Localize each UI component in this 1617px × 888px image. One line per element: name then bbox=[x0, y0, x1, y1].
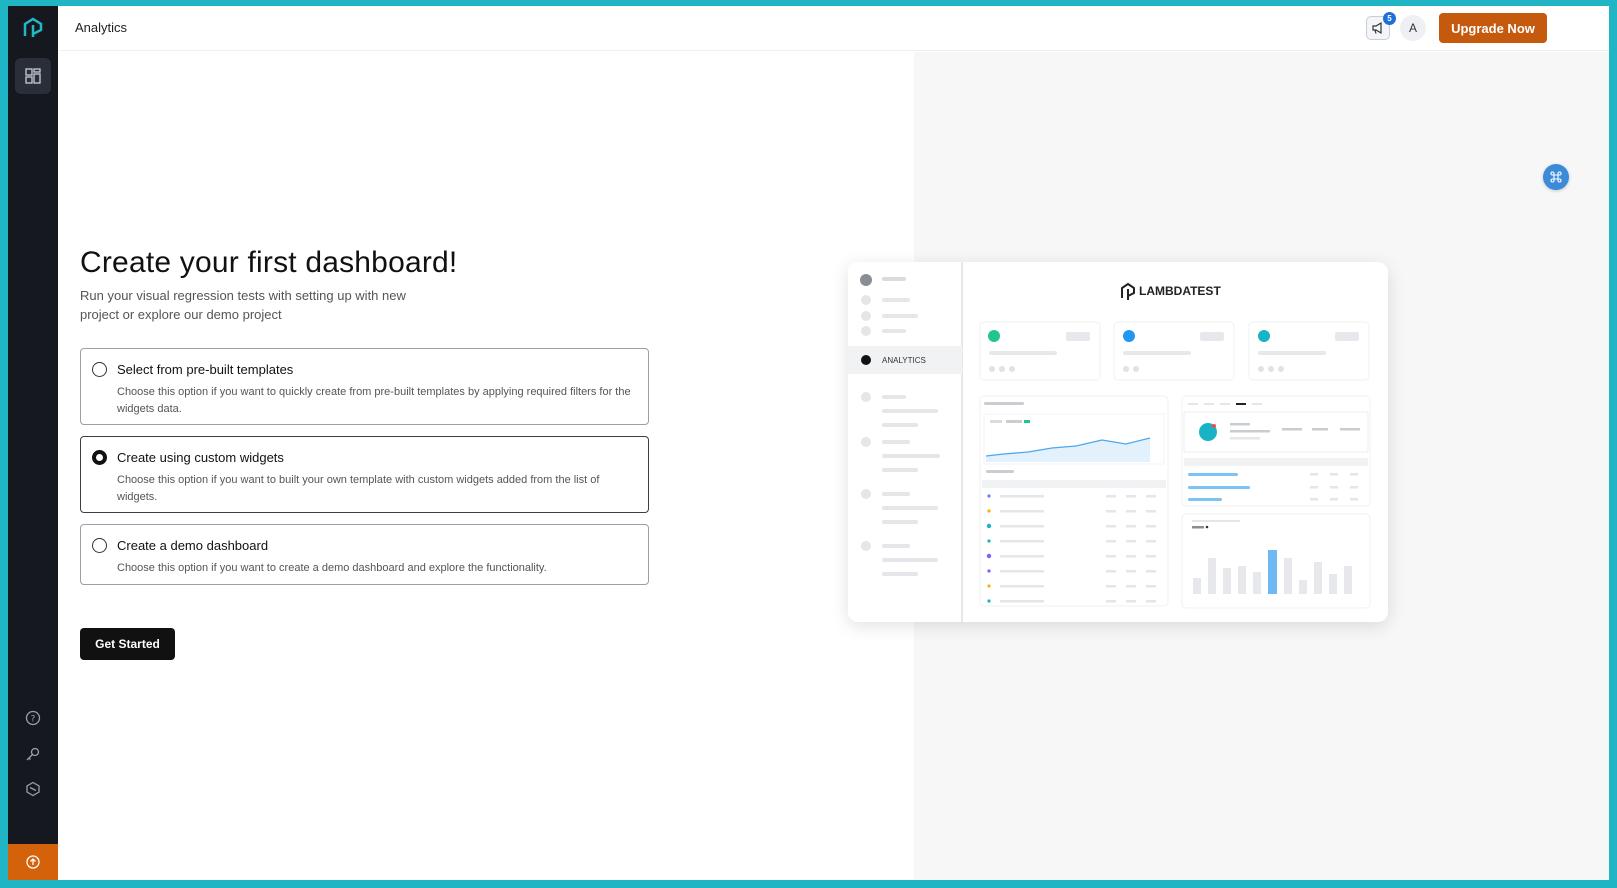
key-icon[interactable] bbox=[23, 744, 43, 764]
integrations-icon[interactable] bbox=[23, 779, 43, 799]
announcements-button[interactable]: 5 bbox=[1366, 12, 1396, 40]
upgrade-now-button[interactable]: Upgrade Now bbox=[1439, 13, 1547, 43]
lambdatest-logo-icon[interactable] bbox=[21, 16, 45, 40]
option-description: Choose this option if you want to built … bbox=[117, 474, 600, 503]
option-title: Select from pre-built templates bbox=[117, 362, 294, 377]
option-prebuilt-templates[interactable]: Select from pre-built templates Choose t… bbox=[80, 348, 649, 425]
option-description: Choose this option if you want to create… bbox=[117, 562, 547, 574]
dashboard-icon[interactable] bbox=[15, 58, 51, 94]
page-subheading: Run your visual regression tests with se… bbox=[80, 288, 406, 322]
upgrade-icon[interactable] bbox=[8, 844, 58, 880]
avatar[interactable]: A bbox=[1400, 15, 1426, 41]
radio-button[interactable] bbox=[92, 362, 107, 377]
topbar: Analytics 5 A Upgrade Now bbox=[58, 6, 1609, 51]
radio-button[interactable] bbox=[92, 538, 107, 553]
notification-badge: 5 bbox=[1383, 12, 1396, 25]
page-title: Analytics bbox=[75, 20, 128, 35]
radio-button-checked[interactable] bbox=[92, 450, 107, 465]
option-description: Choose this option if you want to quickl… bbox=[117, 386, 631, 415]
app-window: ? Analytics 5 A Upgrade Now Create your … bbox=[8, 6, 1609, 880]
preview-graphic: ANALYTICS LAMBDATEST bbox=[848, 262, 1371, 622]
page-heading: Create your first dashboard! bbox=[80, 246, 458, 279]
preview-brand: LAMBDATEST bbox=[1139, 284, 1221, 298]
get-started-button[interactable]: Get Started bbox=[80, 628, 175, 660]
preview-nav-analytics: ANALYTICS bbox=[882, 356, 926, 365]
option-demo-dashboard[interactable]: Create a demo dashboard Choose this opti… bbox=[80, 524, 649, 585]
dashboard-preview-illustration: ANALYTICS LAMBDATEST bbox=[848, 262, 1388, 622]
svg-text:?: ? bbox=[31, 715, 36, 725]
option-custom-widgets[interactable]: Create using custom widgets Choose this … bbox=[80, 436, 649, 513]
megaphone-icon bbox=[1372, 21, 1382, 35]
command-shortcut-icon[interactable] bbox=[1543, 164, 1569, 190]
help-icon[interactable]: ? bbox=[23, 708, 43, 728]
sidebar: ? bbox=[8, 6, 58, 880]
option-title: Create a demo dashboard bbox=[117, 538, 269, 553]
option-title: Create using custom widgets bbox=[117, 450, 284, 465]
